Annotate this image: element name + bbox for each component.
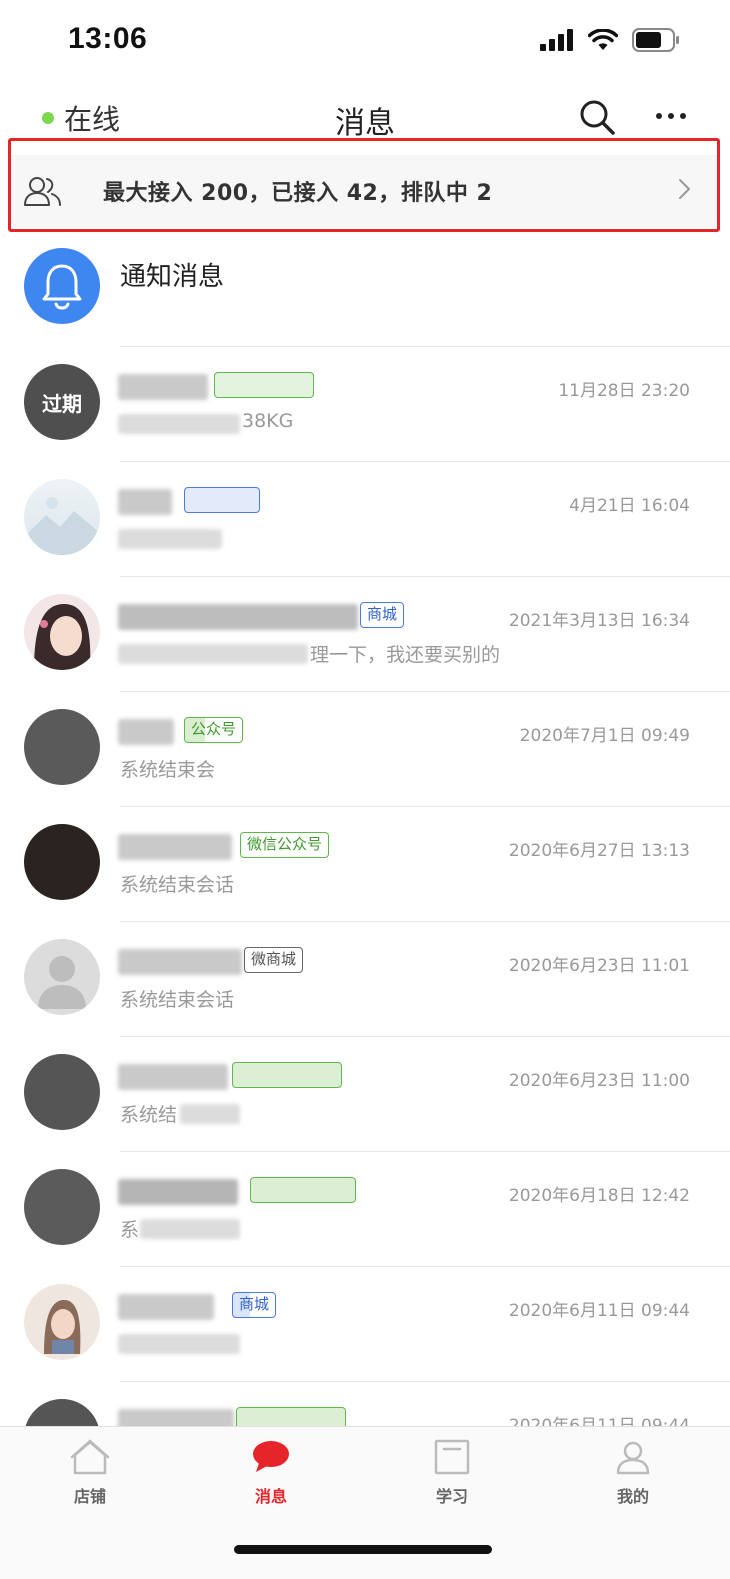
tab-bar: 店铺 消息 学习 我的: [0, 1426, 730, 1579]
conversation-row[interactable]: 4月21日 16:04: [0, 461, 730, 576]
channel-tag: [232, 1062, 342, 1088]
tab-label: 我的: [616, 1487, 649, 1506]
message-time: 2020年6月23日 11:00: [508, 1071, 690, 1091]
preview-redacted: [118, 644, 308, 664]
channel-tag: 商城: [360, 602, 405, 628]
tab-label: 消息: [254, 1487, 287, 1506]
preview-redacted: [180, 1104, 240, 1124]
channel-tag: [184, 487, 260, 513]
capacity-text: 最大接入 200，已接入 42，排队中 2: [103, 181, 493, 206]
conversation-row[interactable]: 2020年6月23日 11:00 系统结: [0, 1036, 730, 1151]
shop-icon: [70, 1439, 110, 1475]
message-time: 4月21日 16:04: [569, 496, 690, 516]
message-preview: 系统结束会: [120, 759, 216, 781]
message-time: 2020年6月23日 11:01: [508, 956, 690, 976]
avatar: [24, 824, 100, 900]
chevron-right-icon: [679, 179, 690, 199]
avatar: [24, 479, 100, 555]
message-preview: 系统结: [120, 1104, 178, 1126]
status-time: 13:06: [68, 22, 148, 55]
contact-name-redacted: [118, 1179, 238, 1205]
capacity-banner-highlight: 最大接入 200，已接入 42，排队中 2: [8, 138, 720, 232]
message-preview: 系统结束会话: [120, 989, 235, 1011]
avatar-portrait: [34, 604, 91, 670]
tab-label: 店铺: [73, 1487, 106, 1506]
avatar-expired-label: 过期: [42, 391, 82, 416]
conversation-row[interactable]: 2020年6月18日 12:42 系: [0, 1151, 730, 1266]
message-time: 2020年6月18日 12:42: [508, 1186, 690, 1206]
avatar: 过期: [24, 364, 100, 440]
message-time: 2020年6月27日 13:13: [508, 841, 690, 861]
message-icon: [253, 1441, 289, 1472]
home-indicator: [234, 1545, 492, 1554]
status-bar: 13:06: [0, 0, 730, 84]
avatar: [24, 594, 100, 670]
page-title: 消息: [335, 106, 395, 141]
search-icon[interactable]: [578, 98, 616, 136]
channel-tag: 微商城: [244, 947, 304, 973]
message-time: 11月28日 23:20: [558, 381, 690, 401]
conversation-row[interactable]: 公众号 2020年7月1日 09:49 系统结束会: [0, 691, 730, 806]
tab-profile[interactable]: 我的: [573, 1439, 693, 1507]
contact-name-redacted: [118, 374, 208, 400]
conversation-row[interactable]: 商城 2021年3月13日 16:34 理一下，我还要买别的: [0, 576, 730, 691]
notice-title: 通知消息: [120, 262, 225, 292]
default-user-icon: [38, 956, 86, 1009]
avatar: [24, 1054, 100, 1130]
conversation-row[interactable]: 过期 11月28日 23:20 38KG: [0, 346, 730, 461]
tab-label: 学习: [435, 1487, 468, 1506]
conversation-list: 通知消息 过期 11月28日 23:20 38KG 4月21日 16:04 商城…: [0, 232, 730, 1496]
tab-message[interactable]: 消息: [211, 1439, 331, 1507]
wifi-icon: [588, 29, 618, 50]
profile-icon: [616, 1441, 650, 1475]
avatar: [24, 1284, 100, 1360]
preview-redacted: [118, 414, 240, 434]
message-time: 2020年7月1日 09:49: [519, 726, 690, 746]
capacity-banner[interactable]: 最大接入 200，已接入 42，排队中 2: [11, 155, 717, 227]
battery-icon: [632, 28, 679, 52]
message-preview: 系: [120, 1219, 140, 1241]
channel-tag: 微信公众号: [240, 832, 330, 858]
contact-name-redacted: [118, 949, 242, 975]
bell-icon: [42, 264, 82, 310]
more-icon[interactable]: [654, 98, 688, 134]
tab-learn[interactable]: 学习: [392, 1439, 512, 1507]
tab-shop[interactable]: 店铺: [30, 1439, 150, 1507]
notice-row[interactable]: 通知消息: [0, 232, 730, 346]
contact-name-redacted: [118, 604, 358, 630]
contact-name-redacted: [118, 1064, 228, 1090]
message-preview: 理一下，我还要买别的: [310, 644, 501, 666]
message-time: 2020年6月11日 09:44: [508, 1301, 690, 1321]
contact-name-redacted: [118, 834, 232, 860]
channel-tag: 公众号: [184, 717, 244, 743]
avatar-portrait: [44, 1300, 81, 1354]
conversation-row[interactable]: 商城 2020年6月11日 09:44: [0, 1266, 730, 1381]
channel-tag: 商城: [232, 1292, 277, 1318]
preview-redacted: [118, 529, 222, 549]
channel-tag: [214, 372, 314, 398]
status-icons: [540, 28, 680, 52]
contact-name-redacted: [118, 719, 174, 745]
channel-tag: [250, 1177, 356, 1203]
users-icon: [24, 177, 61, 206]
conversation-row[interactable]: 微商城 2020年6月23日 11:01 系统结束会话: [0, 921, 730, 1036]
avatar: [24, 709, 100, 785]
notice-avatar: [24, 248, 100, 324]
contact-name-redacted: [118, 489, 172, 515]
message-preview: 38KG: [242, 410, 294, 432]
placeholder-image-icon: [24, 497, 100, 555]
contact-name-redacted: [118, 1294, 214, 1320]
avatar: [24, 939, 100, 1015]
message-time: 2021年3月13日 16:34: [508, 611, 690, 631]
conversation-row[interactable]: 微信公众号 2020年6月27日 13:13 系统结束会话: [0, 806, 730, 921]
signal-icon: [540, 29, 573, 51]
preview-redacted: [140, 1219, 240, 1239]
learn-icon: [434, 1439, 470, 1475]
message-preview: 系统结束会话: [120, 874, 235, 896]
preview-redacted: [118, 1334, 240, 1354]
avatar: [24, 1169, 100, 1245]
